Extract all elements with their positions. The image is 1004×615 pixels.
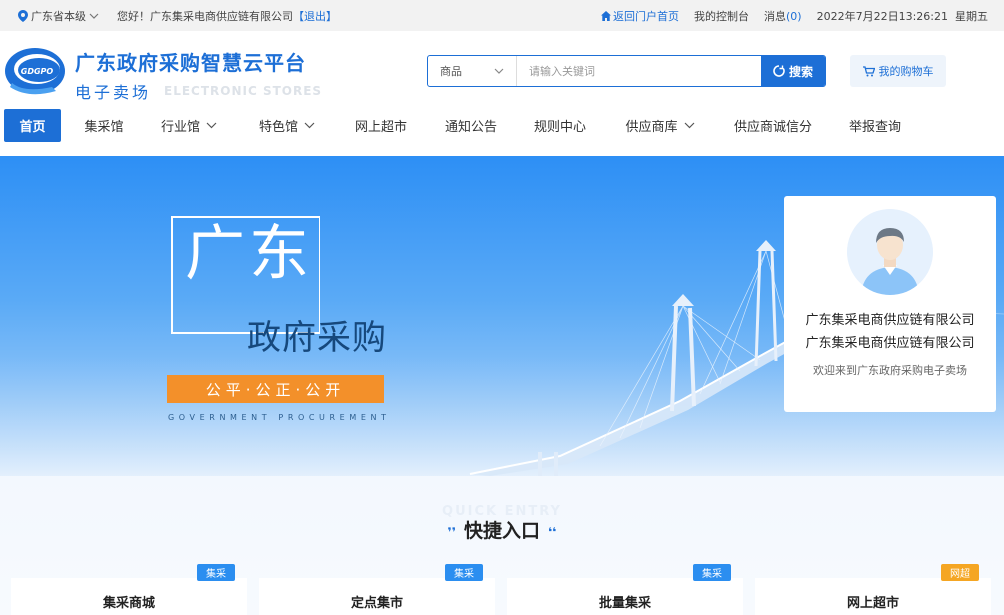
messages-link[interactable]: 消息(0) <box>764 8 802 24</box>
search-icon <box>773 65 785 77</box>
messages-count: (0) <box>786 9 802 23</box>
company-name-line2: 广东集采电商供应链有限公司 <box>805 336 975 351</box>
location-selector[interactable]: 广东省本级 <box>18 8 99 24</box>
main-nav: 首页 集采馆 行业馆 特色馆 网上超市 通知公告 规则中心 供应商库 供应商诚信… <box>0 109 1004 146</box>
nav-item-online-supermarket[interactable]: 网上超市 <box>350 109 412 142</box>
site-logo[interactable]: GDGPO <box>4 47 66 95</box>
nav-item-supplier-library[interactable]: 供应商库 <box>619 109 701 142</box>
title-decoration-icon: ❜❜ <box>447 524 456 539</box>
search-category-select[interactable]: 商品 <box>428 56 517 86</box>
my-cart-button[interactable]: 我的购物车 <box>850 55 946 87</box>
map-pin-icon <box>18 9 28 22</box>
company-name-line1: 广东集采电商供应链有限公司 <box>805 313 975 328</box>
nav-item-supplier-credit-score[interactable]: 供应商诚信分 <box>730 109 816 142</box>
nav-item-label: 网上超市 <box>354 120 407 135</box>
avatar[interactable] <box>847 209 933 295</box>
cart-icon <box>862 65 875 76</box>
search-button-label: 搜索 <box>788 64 813 79</box>
nav-item-label: 举报查询 <box>848 120 901 135</box>
quick-entry-card[interactable]: 集采 定点集市 <box>259 564 495 615</box>
my-console-link[interactable]: 我的控制台 <box>694 8 749 24</box>
quick-entry-card[interactable]: 集采 集采商城 <box>11 564 247 615</box>
card-label: 定点集市 <box>350 596 403 611</box>
title-decoration-icon: ❛❛ <box>548 524 557 539</box>
nav-item-group-purchase-hall[interactable]: 集采馆 <box>78 109 130 142</box>
logout-link[interactable]: 【退出】 <box>293 8 337 24</box>
card-label: 集采商城 <box>102 596 155 611</box>
greeting-text: 您好！广东集采电商供应链有限公司 <box>117 9 293 23</box>
my-cart-label: 我的购物车 <box>878 65 934 78</box>
nav-item-industry-hall[interactable]: 行业馆 <box>155 109 223 142</box>
platform-title: 广东政府采购智慧云平台 <box>75 51 306 75</box>
nav-item-label: 规则中心 <box>533 120 586 135</box>
nav-item-rules-center[interactable]: 规则中心 <box>529 109 591 142</box>
portal-home-link[interactable]: 返回门户首页 <box>601 8 679 24</box>
nav-item-label: 特色馆 <box>258 120 298 135</box>
card-badge: 集采 <box>693 564 731 581</box>
search-category-label: 商品 <box>440 65 462 78</box>
chevron-down-icon <box>206 122 217 129</box>
nav-item-label: 行业馆 <box>160 120 200 135</box>
chevron-down-icon <box>89 13 99 19</box>
quick-entry-section: QUICK ENTRY ❜❜ 快捷入口 ❛❛ 集采 集采商城 集采 定点集市 集采 … <box>0 476 1004 615</box>
nav-item-label: 集采馆 <box>84 120 124 135</box>
nav-item-report-query[interactable]: 举报查询 <box>845 109 905 142</box>
chevron-down-icon <box>684 122 694 129</box>
card-badge: 网超 <box>941 564 979 581</box>
portal-home-label: 返回门户首页 <box>613 9 680 23</box>
nav-item-featured-hall[interactable]: 特色馆 <box>253 109 321 142</box>
home-icon <box>601 10 612 21</box>
nav-item-label: 首页 <box>19 120 46 135</box>
card-badge: 集采 <box>197 564 235 581</box>
nav-item-home[interactable]: 首页 <box>4 109 61 142</box>
search-input[interactable] <box>517 56 761 86</box>
gdgpo-logo-icon: GDGPO <box>5 48 65 95</box>
user-card: 广东集采电商供应链有限公司 广东集采电商供应链有限公司 欢迎来到广东政府采购电子… <box>784 196 996 412</box>
user-avatar-icon <box>847 209 933 295</box>
banner-tagline-en: GOVERNMENT PROCUREMENT <box>168 413 391 422</box>
nav-item-label: 通知公告 <box>444 120 497 135</box>
messages-label: 消息 <box>764 9 787 23</box>
banner-title-big: 广东 <box>185 219 313 289</box>
location-label: 广东省本级 <box>31 9 86 23</box>
card-label: 网上超市 <box>846 596 899 611</box>
quick-entry-title: ❜❜ 快捷入口 ❛❛ <box>0 516 1004 543</box>
banner-tagline: 公平·公正·公开 <box>167 375 384 403</box>
platform-subtitle: 电子卖场 <box>75 83 152 102</box>
search-button[interactable]: 搜索 <box>761 56 825 86</box>
datetime-text: 2022年7月22日13:26:21 星期五 <box>816 9 988 23</box>
card-label: 批量集采 <box>598 596 651 611</box>
platform-subtitle-en: ELECTRONIC STORES <box>164 84 323 98</box>
chevron-down-icon <box>494 68 504 74</box>
card-badge: 集采 <box>445 564 483 581</box>
quick-entry-title-text: 快捷入口 <box>463 520 540 542</box>
nav-item-label: 供应商诚信分 <box>733 120 812 135</box>
quick-entry-card[interactable]: 集采 批量集采 <box>507 564 743 615</box>
top-bar: 广东省本级 您好！广东集采电商供应链有限公司 【退出】 返回门户首页 我的控制台… <box>0 0 1004 31</box>
svg-text:GDGPO: GDGPO <box>21 67 54 76</box>
nav-item-label: 供应商库 <box>625 120 678 135</box>
nav-item-notices[interactable]: 通知公告 <box>440 109 502 142</box>
quick-entry-card[interactable]: 网超 网上超市 <box>755 564 991 615</box>
header: GDGPO 广东政府采购智慧云平台 电子卖场 ELECTRONIC STORES… <box>0 31 1004 109</box>
search-bar: 商品 搜索 <box>427 55 826 87</box>
welcome-text: 欢迎来到广东政府采购电子卖场 <box>813 364 967 377</box>
chevron-down-icon <box>304 122 315 129</box>
banner-title-mid: 政府采购 <box>247 318 387 358</box>
